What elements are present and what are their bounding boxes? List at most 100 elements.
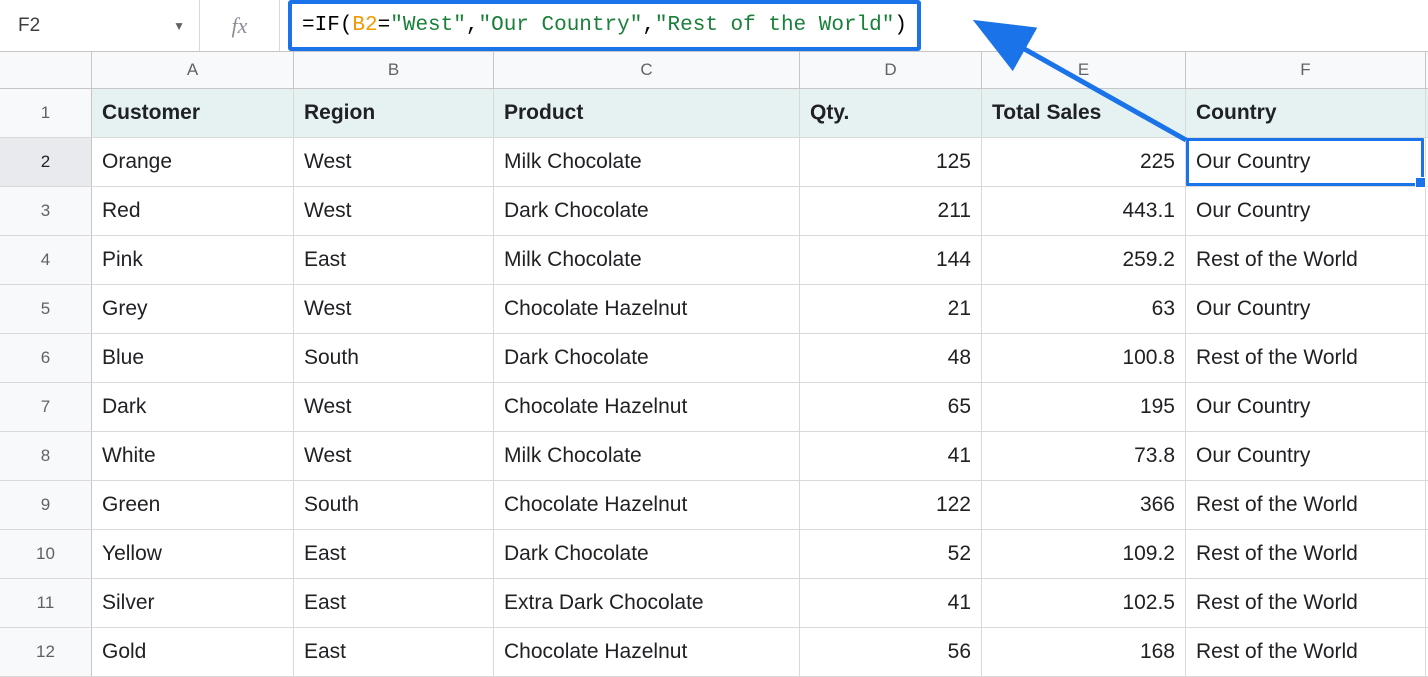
row-header[interactable]: 12: [0, 628, 92, 676]
cell[interactable]: Our Country: [1186, 432, 1426, 480]
cell[interactable]: South: [294, 481, 494, 529]
cell[interactable]: West: [294, 285, 494, 333]
cell[interactable]: Rest of the World: [1186, 334, 1426, 382]
cell[interactable]: Gold: [92, 628, 294, 676]
cell[interactable]: Green: [92, 481, 294, 529]
formula-input[interactable]: =IF(B2="West","Our Country","Rest of the…: [288, 0, 921, 51]
cell[interactable]: Orange: [92, 138, 294, 186]
cell[interactable]: Chocolate Hazelnut: [494, 285, 800, 333]
header-customer[interactable]: Customer: [92, 89, 294, 137]
cell[interactable]: Grey: [92, 285, 294, 333]
formula-token-string: "Rest of the World": [655, 14, 894, 37]
cell[interactable]: 122: [800, 481, 982, 529]
row-header[interactable]: 7: [0, 383, 92, 431]
cell[interactable]: Milk Chocolate: [494, 432, 800, 480]
cell[interactable]: 48: [800, 334, 982, 382]
row-header[interactable]: 1: [0, 89, 92, 137]
row-header[interactable]: 2: [0, 138, 92, 186]
row-header[interactable]: 11: [0, 579, 92, 627]
cell[interactable]: 56: [800, 628, 982, 676]
cell[interactable]: Our Country: [1186, 187, 1426, 235]
cell[interactable]: 109.2: [982, 530, 1186, 578]
cell[interactable]: Blue: [92, 334, 294, 382]
table-row: 9 Green South Chocolate Hazelnut 122 366…: [0, 481, 1428, 530]
row-header[interactable]: 4: [0, 236, 92, 284]
cell[interactable]: 65: [800, 383, 982, 431]
cell[interactable]: 41: [800, 579, 982, 627]
table-row: 5 Grey West Chocolate Hazelnut 21 63 Our…: [0, 285, 1428, 334]
formula-token: (: [340, 14, 353, 37]
cell[interactable]: Rest of the World: [1186, 628, 1426, 676]
cell[interactable]: Milk Chocolate: [494, 236, 800, 284]
cell[interactable]: East: [294, 579, 494, 627]
col-header-C[interactable]: C: [494, 52, 800, 88]
header-country[interactable]: Country: [1186, 89, 1426, 137]
col-header-F[interactable]: F: [1186, 52, 1426, 88]
cell[interactable]: 21: [800, 285, 982, 333]
row-header[interactable]: 3: [0, 187, 92, 235]
cell[interactable]: Dark Chocolate: [494, 334, 800, 382]
header-qty[interactable]: Qty.: [800, 89, 982, 137]
cell[interactable]: 102.5: [982, 579, 1186, 627]
table-row: 8 White West Milk Chocolate 41 73.8 Our …: [0, 432, 1428, 481]
cell[interactable]: 195: [982, 383, 1186, 431]
cell[interactable]: Rest of the World: [1186, 530, 1426, 578]
cell[interactable]: East: [294, 530, 494, 578]
cell[interactable]: Milk Chocolate: [494, 138, 800, 186]
cell[interactable]: West: [294, 383, 494, 431]
row-header[interactable]: 6: [0, 334, 92, 382]
col-header-A[interactable]: A: [92, 52, 294, 88]
cell[interactable]: Our Country: [1186, 285, 1426, 333]
cell[interactable]: Dark Chocolate: [494, 187, 800, 235]
cell[interactable]: East: [294, 628, 494, 676]
cell[interactable]: East: [294, 236, 494, 284]
cell[interactable]: Dark: [92, 383, 294, 431]
cell[interactable]: Rest of the World: [1186, 481, 1426, 529]
cell-selected[interactable]: Our Country: [1186, 138, 1426, 186]
cell[interactable]: 100.8: [982, 334, 1186, 382]
cell[interactable]: Red: [92, 187, 294, 235]
cell[interactable]: Chocolate Hazelnut: [494, 383, 800, 431]
header-region[interactable]: Region: [294, 89, 494, 137]
cell[interactable]: 443.1: [982, 187, 1186, 235]
header-total[interactable]: Total Sales: [982, 89, 1186, 137]
cell[interactable]: 168: [982, 628, 1186, 676]
row-header[interactable]: 5: [0, 285, 92, 333]
cell[interactable]: 225: [982, 138, 1186, 186]
cell[interactable]: Silver: [92, 579, 294, 627]
cell[interactable]: Yellow: [92, 530, 294, 578]
cell[interactable]: West: [294, 138, 494, 186]
col-header-E[interactable]: E: [982, 52, 1186, 88]
cell[interactable]: Our Country: [1186, 383, 1426, 431]
cell[interactable]: West: [294, 432, 494, 480]
cell[interactable]: 211: [800, 187, 982, 235]
cell[interactable]: Rest of the World: [1186, 236, 1426, 284]
header-product[interactable]: Product: [494, 89, 800, 137]
cell[interactable]: 144: [800, 236, 982, 284]
cell[interactable]: Pink: [92, 236, 294, 284]
cell[interactable]: 366: [982, 481, 1186, 529]
row-header[interactable]: 8: [0, 432, 92, 480]
col-header-D[interactable]: D: [800, 52, 982, 88]
name-box[interactable]: F2 ▼: [0, 0, 200, 51]
formula-token: =: [378, 14, 391, 37]
row-header[interactable]: 10: [0, 530, 92, 578]
cell[interactable]: 259.2: [982, 236, 1186, 284]
cell[interactable]: South: [294, 334, 494, 382]
cell[interactable]: 41: [800, 432, 982, 480]
cell[interactable]: Rest of the World: [1186, 579, 1426, 627]
cell[interactable]: 63: [982, 285, 1186, 333]
select-all-corner[interactable]: [0, 52, 92, 88]
cell[interactable]: White: [92, 432, 294, 480]
formula-input-wrap[interactable]: =IF(B2="West","Our Country","Rest of the…: [280, 0, 1428, 51]
cell[interactable]: West: [294, 187, 494, 235]
cell[interactable]: 52: [800, 530, 982, 578]
row-header[interactable]: 9: [0, 481, 92, 529]
cell[interactable]: Chocolate Hazelnut: [494, 481, 800, 529]
cell[interactable]: Chocolate Hazelnut: [494, 628, 800, 676]
cell[interactable]: Dark Chocolate: [494, 530, 800, 578]
cell[interactable]: 73.8: [982, 432, 1186, 480]
col-header-B[interactable]: B: [294, 52, 494, 88]
cell[interactable]: Extra Dark Chocolate: [494, 579, 800, 627]
cell[interactable]: 125: [800, 138, 982, 186]
